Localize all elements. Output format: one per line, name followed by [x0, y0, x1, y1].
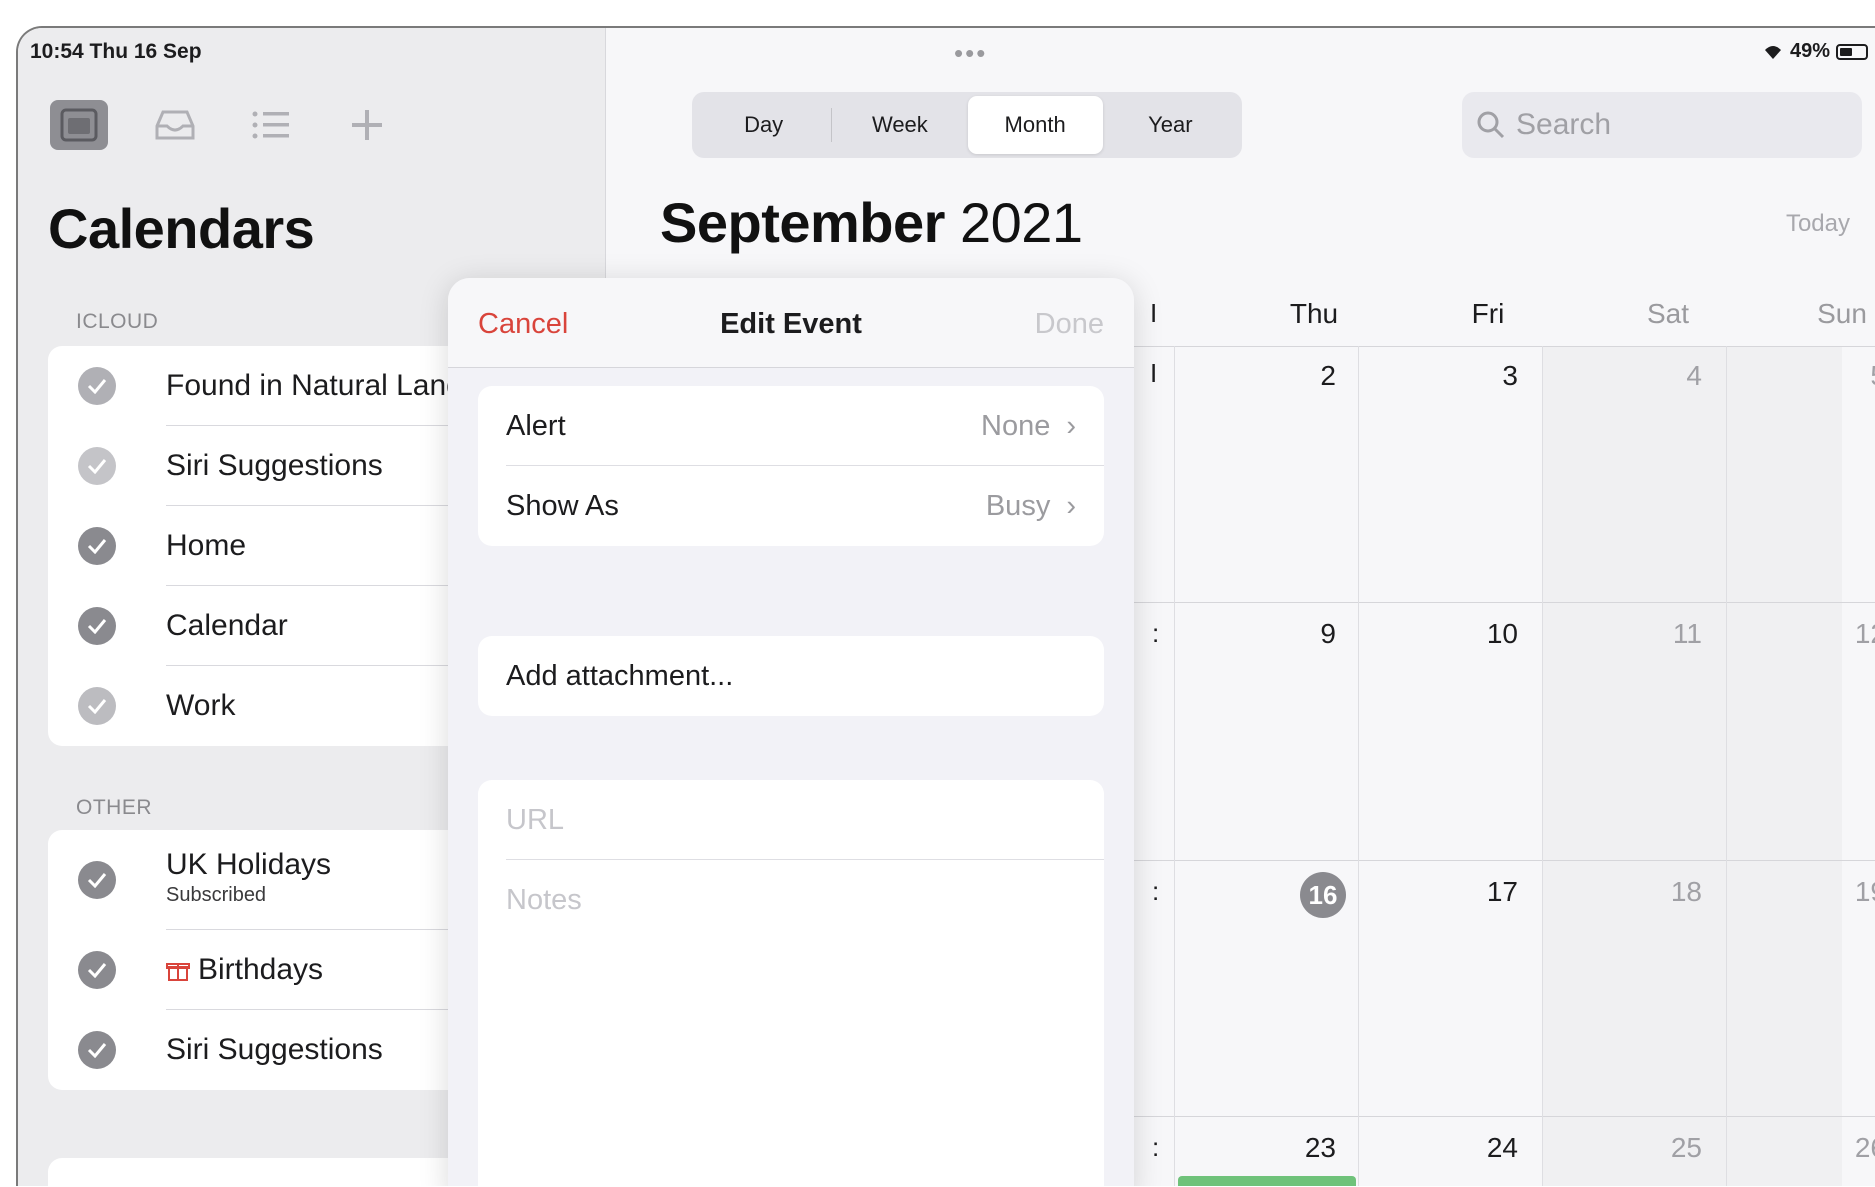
add-attachment-button[interactable]: Add attachment...: [506, 660, 733, 693]
url-placeholder: URL: [506, 804, 565, 836]
checkmark-icon[interactable]: [78, 367, 116, 405]
multitasking-dots[interactable]: •••: [954, 38, 987, 69]
calendar-item-label: UK Holidays: [166, 848, 332, 881]
day-cell[interactable]: 10: [1458, 618, 1518, 650]
calendar-item-subtitle: Subscribed: [166, 884, 267, 906]
sidebar-title: Calendars: [48, 197, 315, 260]
url-notes-card: URL Notes: [478, 780, 1104, 1186]
day-cell[interactable]: 9: [1276, 618, 1336, 650]
weekday-label: Sat: [1646, 298, 1690, 329]
sidebar-toolbar: [50, 100, 396, 150]
calendar-item-label: Calendar: [166, 609, 288, 642]
checkmark-icon[interactable]: [78, 1031, 116, 1069]
view-switcher: Day Week Month Year: [692, 92, 1242, 158]
calendar-item-label: Siri Suggestions: [166, 1033, 383, 1066]
day-cell[interactable]: 18: [1642, 876, 1702, 908]
ipad-screen: 10:54 Thu 16 Sep Calendars ICLOUD Found …: [16, 26, 1875, 1186]
event-bar[interactable]: [1178, 1176, 1356, 1186]
chevron-right-icon: ›: [1066, 410, 1076, 442]
calendar-item-label: Home: [166, 529, 247, 562]
day-cell[interactable]: 19: [1826, 876, 1875, 908]
section-label-icloud: ICLOUD: [76, 310, 159, 333]
battery-icon: [1836, 43, 1868, 60]
checkmark-icon[interactable]: [78, 607, 116, 645]
status-indicators: 49%: [1762, 40, 1868, 63]
calendar-item-label: Birthdays: [198, 953, 324, 986]
day-cell[interactable]: 11: [1642, 618, 1702, 650]
checkmark-icon[interactable]: [78, 861, 116, 899]
battery-percent: 49%: [1789, 40, 1830, 62]
checkmark-icon[interactable]: [78, 951, 116, 989]
tab-day[interactable]: Day: [696, 96, 831, 154]
url-field[interactable]: URL: [478, 780, 1104, 860]
calendar-item-label: Siri Suggestions: [166, 449, 383, 482]
day-cell[interactable]: 26: [1826, 1132, 1875, 1164]
wifi-icon: [1764, 45, 1781, 59]
done-button[interactable]: Done: [1035, 308, 1104, 341]
day-cell[interactable]: 3: [1458, 360, 1518, 392]
search-placeholder: Search: [1516, 108, 1612, 141]
sheet-header: Cancel Edit Event Done: [448, 278, 1134, 368]
sheet-title: Edit Event: [720, 308, 862, 340]
tab-week[interactable]: Week: [832, 96, 967, 154]
calendar-item-label: Work: [166, 689, 236, 722]
search-icon: [1477, 111, 1505, 139]
show-as-value: Busy: [985, 490, 1051, 522]
show-as-label: Show As: [506, 490, 619, 522]
search-input[interactable]: Search: [1462, 92, 1862, 158]
weekday-label: Fri: [1471, 298, 1505, 329]
today-day-cell[interactable]: 16: [1300, 872, 1346, 918]
alert-row[interactable]: Alert None ›: [478, 386, 1104, 466]
show-as-row[interactable]: Show As Busy ›: [478, 466, 1104, 546]
inbox-icon[interactable]: [146, 100, 204, 150]
checkmark-icon[interactable]: [78, 527, 116, 565]
month-title: September 2021: [660, 190, 1083, 255]
status-time: 10:54 Thu 16 Sep: [30, 40, 202, 63]
month-name: September: [660, 191, 945, 254]
day-cell[interactable]: 5: [1826, 360, 1875, 392]
day-cell[interactable]: 4: [1642, 360, 1702, 392]
day-cell[interactable]: 23: [1276, 1132, 1336, 1164]
tab-month[interactable]: Month: [967, 96, 1103, 154]
calendar-item-label: Found in Natural Lang: [166, 369, 463, 402]
gift-icon: [166, 958, 190, 987]
day-cell[interactable]: 17: [1458, 876, 1518, 908]
weekday-label: Thu: [1289, 298, 1339, 329]
calendar-view-icon[interactable]: [50, 100, 108, 150]
add-icon[interactable]: [338, 100, 396, 150]
alert-value: None: [981, 410, 1051, 442]
today-button[interactable]: Today: [1786, 210, 1850, 238]
tab-year[interactable]: Year: [1103, 96, 1238, 154]
list-icon[interactable]: [242, 100, 300, 150]
chevron-right-icon: ›: [1066, 490, 1076, 522]
day-cell[interactable]: 12: [1826, 618, 1875, 650]
day-cell[interactable]: 24: [1458, 1132, 1518, 1164]
day-cell[interactable]: 25: [1642, 1132, 1702, 1164]
alert-showas-card: Alert None › Show As Busy ›: [478, 386, 1104, 546]
checkmark-icon[interactable]: [78, 447, 116, 485]
checkmark-icon[interactable]: [78, 687, 116, 725]
day-cell[interactable]: 2: [1276, 360, 1336, 392]
notes-field[interactable]: Notes: [506, 884, 582, 917]
alert-label: Alert: [506, 410, 566, 442]
attachment-card[interactable]: Add attachment...: [478, 636, 1104, 716]
year: 2021: [960, 191, 1083, 254]
weekday-label: Sun: [1817, 298, 1867, 329]
edit-event-sheet: Cancel Edit Event Done Alert None › Show …: [448, 278, 1134, 1186]
section-label-other: OTHER: [76, 796, 152, 819]
